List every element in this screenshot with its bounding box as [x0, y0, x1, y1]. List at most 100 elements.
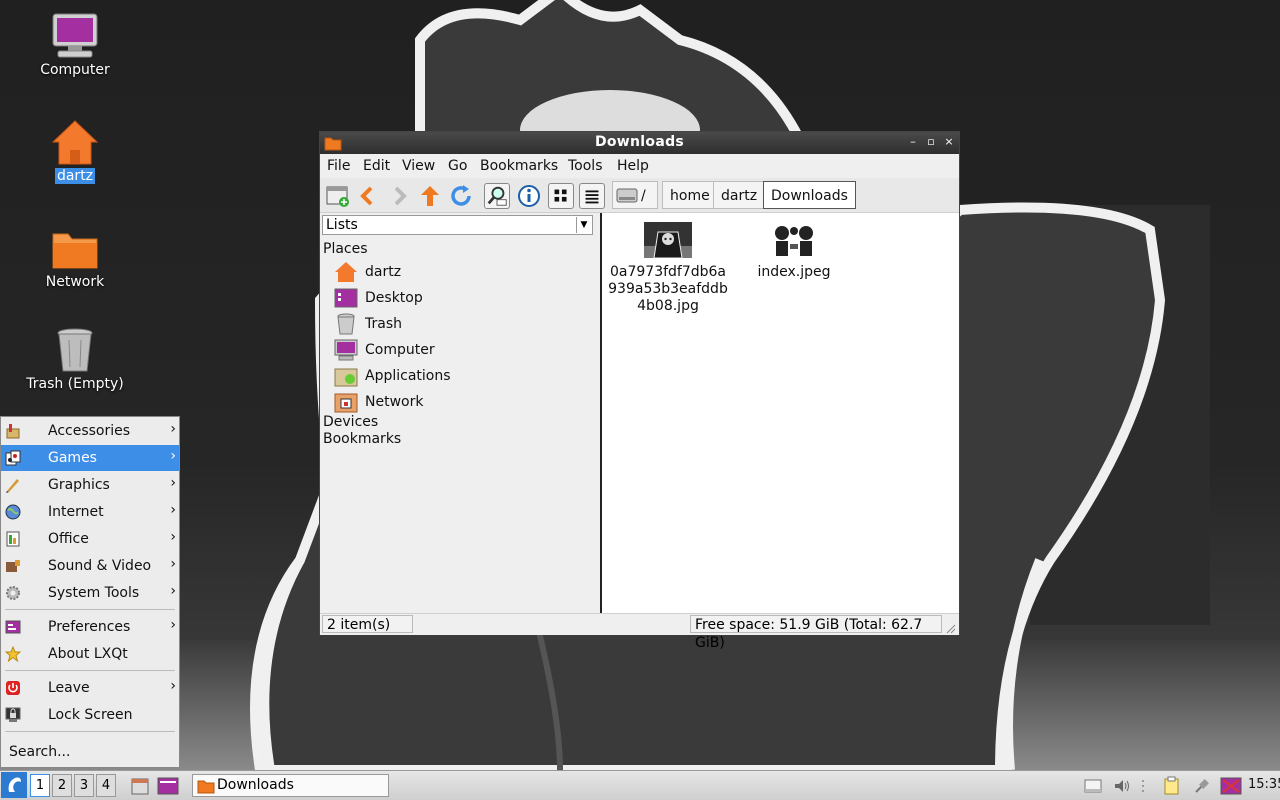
network-plug-icon[interactable] [1192, 776, 1212, 796]
place-label: Trash [365, 316, 402, 332]
menu-item-accessories[interactable]: Accessories › [1, 418, 179, 444]
menu-edit[interactable]: Edit [363, 158, 390, 174]
workspace-4[interactable]: 4 [96, 774, 116, 797]
computer-icon [52, 13, 98, 58]
workspace-1[interactable]: 1 [30, 774, 50, 797]
desktop-icon [334, 288, 358, 308]
breadcrumb-home[interactable]: home [662, 181, 718, 209]
chevron-right-icon: › [170, 421, 176, 437]
chevron-right-icon: › [170, 556, 176, 572]
workspace-2[interactable]: 2 [52, 774, 72, 797]
desktop-icon-label: dartz [54, 168, 96, 184]
menu-view[interactable]: View [402, 158, 435, 174]
chevron-right-icon: › [170, 617, 176, 633]
session-icon[interactable] [1220, 776, 1242, 796]
menu-item-label: Leave [48, 680, 90, 696]
menu-separator [5, 670, 175, 671]
file-manager-window[interactable]: Downloads – ▫ × File Edit View Go Bookma… [319, 131, 960, 651]
close-button[interactable]: × [942, 135, 956, 149]
breadcrumb-root[interactable]: / [612, 181, 658, 209]
devices-header[interactable]: Devices [323, 414, 378, 430]
file-name: 0a7973fdf7db6a [609, 264, 727, 280]
up-icon[interactable] [417, 183, 443, 209]
desktop-icon-network[interactable]: Network [20, 226, 130, 290]
folder-icon [197, 780, 215, 794]
clipboard-icon[interactable] [1162, 776, 1182, 796]
file-item[interactable]: index.jpeg [734, 222, 854, 281]
menu-item-label: Games [48, 450, 97, 466]
menu-item-label: Preferences [48, 619, 131, 635]
menu-bookmarks[interactable]: Bookmarks [480, 158, 558, 174]
menu-item-graphics[interactable]: Graphics › [1, 472, 179, 498]
desktop-icon-computer[interactable]: Computer [20, 12, 130, 78]
new-tab-icon[interactable] [325, 183, 351, 209]
place-label: Network [365, 394, 424, 410]
desktop-icon-trash[interactable]: Trash (Empty) [20, 326, 130, 392]
reload-icon[interactable] [448, 183, 474, 209]
chevron-right-icon: › [170, 678, 176, 694]
lock-icon [5, 707, 21, 722]
menu-item-system-tools[interactable]: System Tools › [1, 580, 179, 606]
globe-icon [5, 504, 21, 520]
side-pane-mode-select[interactable]: Lists ▼ [322, 215, 593, 235]
places-header[interactable]: Places [323, 241, 368, 257]
list-view-icon[interactable] [579, 183, 605, 209]
workspace-3[interactable]: 3 [74, 774, 94, 797]
breadcrumb-downloads[interactable]: Downloads [763, 181, 856, 209]
office-icon [6, 531, 20, 547]
drive-icon [616, 188, 638, 203]
chevron-right-icon: › [170, 529, 176, 545]
menu-item-label: Graphics [48, 477, 110, 493]
menu-item-leave[interactable]: Leave › [1, 675, 179, 701]
multimedia-icon [6, 560, 20, 572]
file-manager-launcher-icon[interactable] [130, 776, 150, 796]
side-pane: Lists ▼ Places dartz Desktop Trash Compu… [320, 213, 599, 613]
clock[interactable]: 15:35 [1248, 777, 1280, 792]
menu-item-internet[interactable]: Internet › [1, 499, 179, 525]
resize-grip-icon[interactable] [946, 624, 956, 634]
taskbar-task-downloads[interactable]: Downloads [192, 774, 389, 797]
trash-icon [57, 328, 93, 372]
gear-icon [6, 586, 20, 600]
menu-help[interactable]: Help [617, 158, 649, 174]
volume-icon[interactable] [1112, 776, 1132, 796]
menu-item-preferences[interactable]: Preferences › [1, 614, 179, 640]
menu-item-about[interactable]: About LXQt [1, 641, 179, 667]
menu-item-sound-video[interactable]: Sound & Video › [1, 553, 179, 579]
applications-icon [334, 368, 358, 387]
menu-item-label: Sound & Video [48, 558, 152, 574]
image-thumbnail [644, 222, 692, 258]
file-view[interactable]: 0a7973fdf7db6a 939a53b3eafddb 4b08.jpg i… [600, 213, 959, 613]
file-item[interactable]: 0a7973fdf7db6a 939a53b3eafddb 4b08.jpg [608, 222, 728, 315]
desktop-icon-label: Computer [40, 62, 110, 78]
breadcrumb-dartz[interactable]: dartz [713, 181, 766, 209]
start-menu: Accessories › Games › Graphics › Interne… [0, 416, 180, 768]
minimize-button[interactable]: – [906, 135, 920, 149]
maximize-button[interactable]: ▫ [924, 135, 938, 149]
place-label: Desktop [365, 290, 423, 306]
menu-item-games[interactable]: Games › [1, 445, 179, 471]
menu-tools[interactable]: Tools [568, 158, 603, 174]
lxqt-menu-button-icon[interactable] [1, 772, 27, 798]
menu-item-lock-screen[interactable]: Lock Screen [1, 702, 179, 728]
show-desktop-icon[interactable] [157, 776, 179, 796]
search-icon[interactable] [484, 183, 510, 209]
removable-drive-icon[interactable] [1083, 776, 1103, 796]
forward-icon[interactable] [386, 183, 412, 209]
details-view-icon[interactable] [516, 183, 542, 209]
menu-item-office[interactable]: Office › [1, 526, 179, 552]
desktop-icon-home[interactable]: dartz [20, 118, 130, 184]
menu-file[interactable]: File [327, 158, 350, 174]
place-label: dartz [365, 264, 402, 280]
power-icon [6, 681, 20, 695]
window-titlebar[interactable]: Downloads – ▫ × [320, 132, 959, 154]
chevron-right-icon: › [170, 448, 176, 464]
place-label: Computer [365, 342, 435, 358]
home-icon [335, 262, 357, 282]
back-icon[interactable] [355, 183, 381, 209]
menu-item-label: Internet [48, 504, 104, 520]
menu-search[interactable]: Search... [1, 739, 179, 765]
menu-go[interactable]: Go [448, 158, 467, 174]
bookmarks-header[interactable]: Bookmarks [323, 431, 401, 447]
icon-view-icon[interactable] [548, 183, 574, 209]
